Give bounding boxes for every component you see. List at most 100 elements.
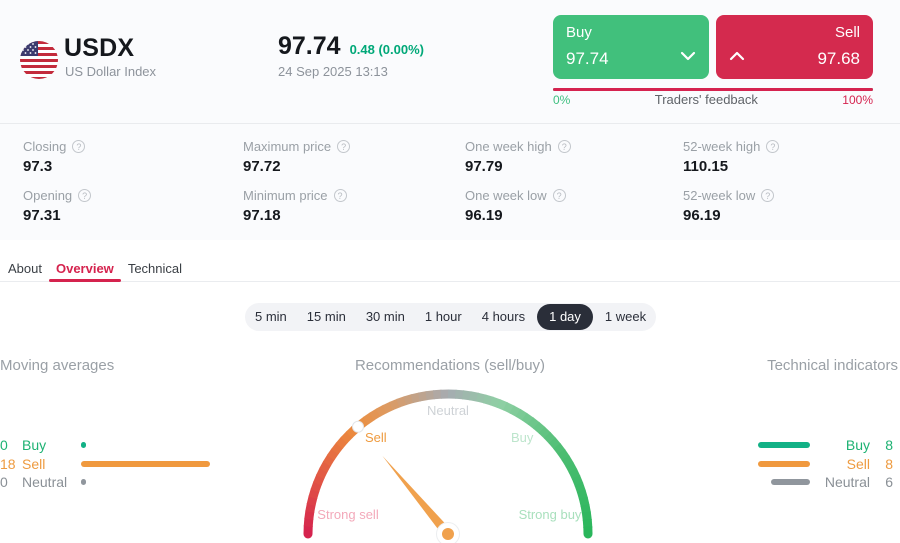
gauge-arc-segment: [372, 412, 379, 416]
gauge-arc-segment: [317, 476, 320, 484]
period-4hours[interactable]: 4 hours: [472, 303, 535, 331]
gauge-arc-segment: [405, 398, 413, 400]
period-1day[interactable]: 1 day: [537, 304, 593, 330]
help-icon[interactable]: ?: [558, 140, 571, 153]
gauge-arc-segment: [455, 394, 463, 395]
instrument-summary-card: USDX US Dollar Index 97.74 0.48 (0.00%) …: [0, 0, 900, 240]
period-1week[interactable]: 1 week: [595, 303, 656, 331]
stat-value: 97.18: [243, 207, 465, 224]
instrument-symbol: USDX: [64, 34, 134, 63]
gauge-arc-segment: [339, 439, 345, 445]
buy-price: 97.74: [566, 49, 609, 69]
gauge-title: Recommendations (sell/buy): [0, 357, 900, 374]
gauge-arc-segment: [576, 477, 579, 485]
stat-label: Maximum price: [243, 139, 331, 154]
period-1hour[interactable]: 1 hour: [415, 303, 472, 331]
timeframe-selector: 5 min 15 min 30 min 1 hour 4 hours 1 day…: [245, 303, 656, 331]
stat-value: 96.19: [683, 207, 883, 224]
gauge-arc-segment: [313, 490, 315, 498]
gauge-marker-dot: [353, 421, 364, 432]
sell-price: 97.68: [817, 49, 860, 69]
buy-button-label: Buy: [566, 24, 592, 41]
feedback-label: Traders' feedback: [655, 92, 758, 107]
tab-technical[interactable]: Technical: [121, 257, 189, 281]
help-icon[interactable]: ?: [334, 189, 347, 202]
gauge-arc-segment: [327, 457, 331, 464]
feedback-min: 0%: [553, 93, 570, 107]
gauge-needle-hub: [442, 528, 454, 540]
technical-indicators-panel: Buy 8 Sell 8 Neutral 6: [653, 436, 893, 492]
ma-row-buy: 0 Buy: [0, 436, 240, 455]
gauge-arc-segment: [335, 445, 340, 452]
ti-row-neutral: Neutral 6: [653, 473, 893, 492]
ti-sell-count: 8: [879, 456, 893, 472]
gauge-arc-segment: [384, 406, 392, 410]
gauge-arc-segment: [505, 406, 513, 410]
stat-label: Minimum price: [243, 188, 328, 203]
sell-button[interactable]: Sell 97.68: [716, 15, 873, 79]
instrument-name: US Dollar Index: [65, 64, 156, 79]
gauge-arc-segment: [366, 416, 373, 421]
stat-cell: 52-week low? 96.19: [683, 188, 883, 224]
period-5min[interactable]: 5 min: [245, 303, 297, 331]
gauge-arc-segment: [419, 396, 427, 398]
tab-about[interactable]: About: [1, 257, 49, 281]
gauge-arc-segment: [320, 469, 324, 477]
period-30min[interactable]: 30 min: [356, 303, 415, 331]
gauge-arc-segment: [498, 403, 506, 406]
gauge-arc-segment: [426, 395, 434, 396]
sell-button-label: Sell: [835, 24, 860, 41]
gauge-arc-segment: [542, 430, 548, 436]
price-change: 0.48 (0.00%): [350, 42, 424, 57]
stat-value: 97.72: [243, 158, 465, 175]
ti-buy-count: 8: [879, 437, 893, 453]
gauge-arc-cap-left: [304, 530, 313, 539]
stat-label: One week high: [465, 139, 552, 154]
feedback-max: 100%: [842, 93, 873, 107]
help-icon[interactable]: ?: [337, 140, 350, 153]
ma-neutral-bar: [81, 479, 86, 485]
stat-cell: One week low? 96.19: [465, 188, 683, 224]
ti-row-buy: Buy 8: [653, 436, 893, 455]
ma-sell-bar: [81, 461, 210, 467]
ma-sell-label: Sell: [22, 456, 81, 472]
ti-neutral-label: Neutral: [818, 474, 870, 490]
traders-feedback-bar: [553, 88, 873, 91]
stat-value: 96.19: [465, 207, 683, 224]
ma-row-sell: 18 Sell: [0, 455, 240, 474]
help-icon[interactable]: ?: [761, 189, 774, 202]
period-15min[interactable]: 15 min: [297, 303, 356, 331]
help-icon[interactable]: ?: [553, 189, 566, 202]
help-icon[interactable]: ?: [72, 140, 85, 153]
gauge-zone-strong-sell: Strong sell: [308, 507, 388, 522]
gauge-arc-segment: [323, 463, 327, 470]
gauge-arc-segment: [536, 425, 542, 431]
help-icon[interactable]: ?: [766, 140, 779, 153]
stat-value: 110.15: [683, 158, 883, 175]
stat-cell: 52-week high? 110.15: [683, 139, 883, 175]
header-divider: [0, 123, 900, 124]
stat-value: 97.3: [23, 158, 243, 175]
gauge-arc-segment: [524, 417, 531, 422]
stat-cell: One week high? 97.79: [465, 139, 683, 175]
current-price: 97.74: [278, 32, 341, 61]
moving-averages-panel: 0 Buy 18 Sell 0 Neutral: [0, 436, 240, 492]
ma-row-neutral: 0 Neutral: [0, 473, 240, 492]
stat-value: 97.31: [23, 207, 243, 224]
tab-overview[interactable]: Overview: [49, 257, 121, 281]
help-icon[interactable]: ?: [78, 189, 91, 202]
gauge-zone-strong-buy: Strong buy: [510, 507, 590, 522]
gauge-arc-segment: [477, 397, 485, 399]
stat-cell: Opening? 97.31: [23, 188, 243, 224]
stat-cell: Maximum price? 97.72: [243, 139, 465, 175]
stats-grid: Closing? 97.3 Maximum price? 97.72 One w…: [23, 139, 883, 224]
stat-label: 52-week high: [683, 139, 760, 154]
ti-buy-label: Buy: [818, 437, 870, 453]
stat-value: 97.79: [465, 158, 683, 175]
buy-button[interactable]: Buy 97.74: [553, 15, 709, 79]
gauge-arc-segment: [470, 396, 478, 398]
gauge-arc-segment: [484, 399, 492, 401]
stat-cell: Minimum price? 97.18: [243, 188, 465, 224]
gauge-arc-segment: [378, 409, 385, 413]
gauge-arc-segment: [573, 470, 577, 478]
